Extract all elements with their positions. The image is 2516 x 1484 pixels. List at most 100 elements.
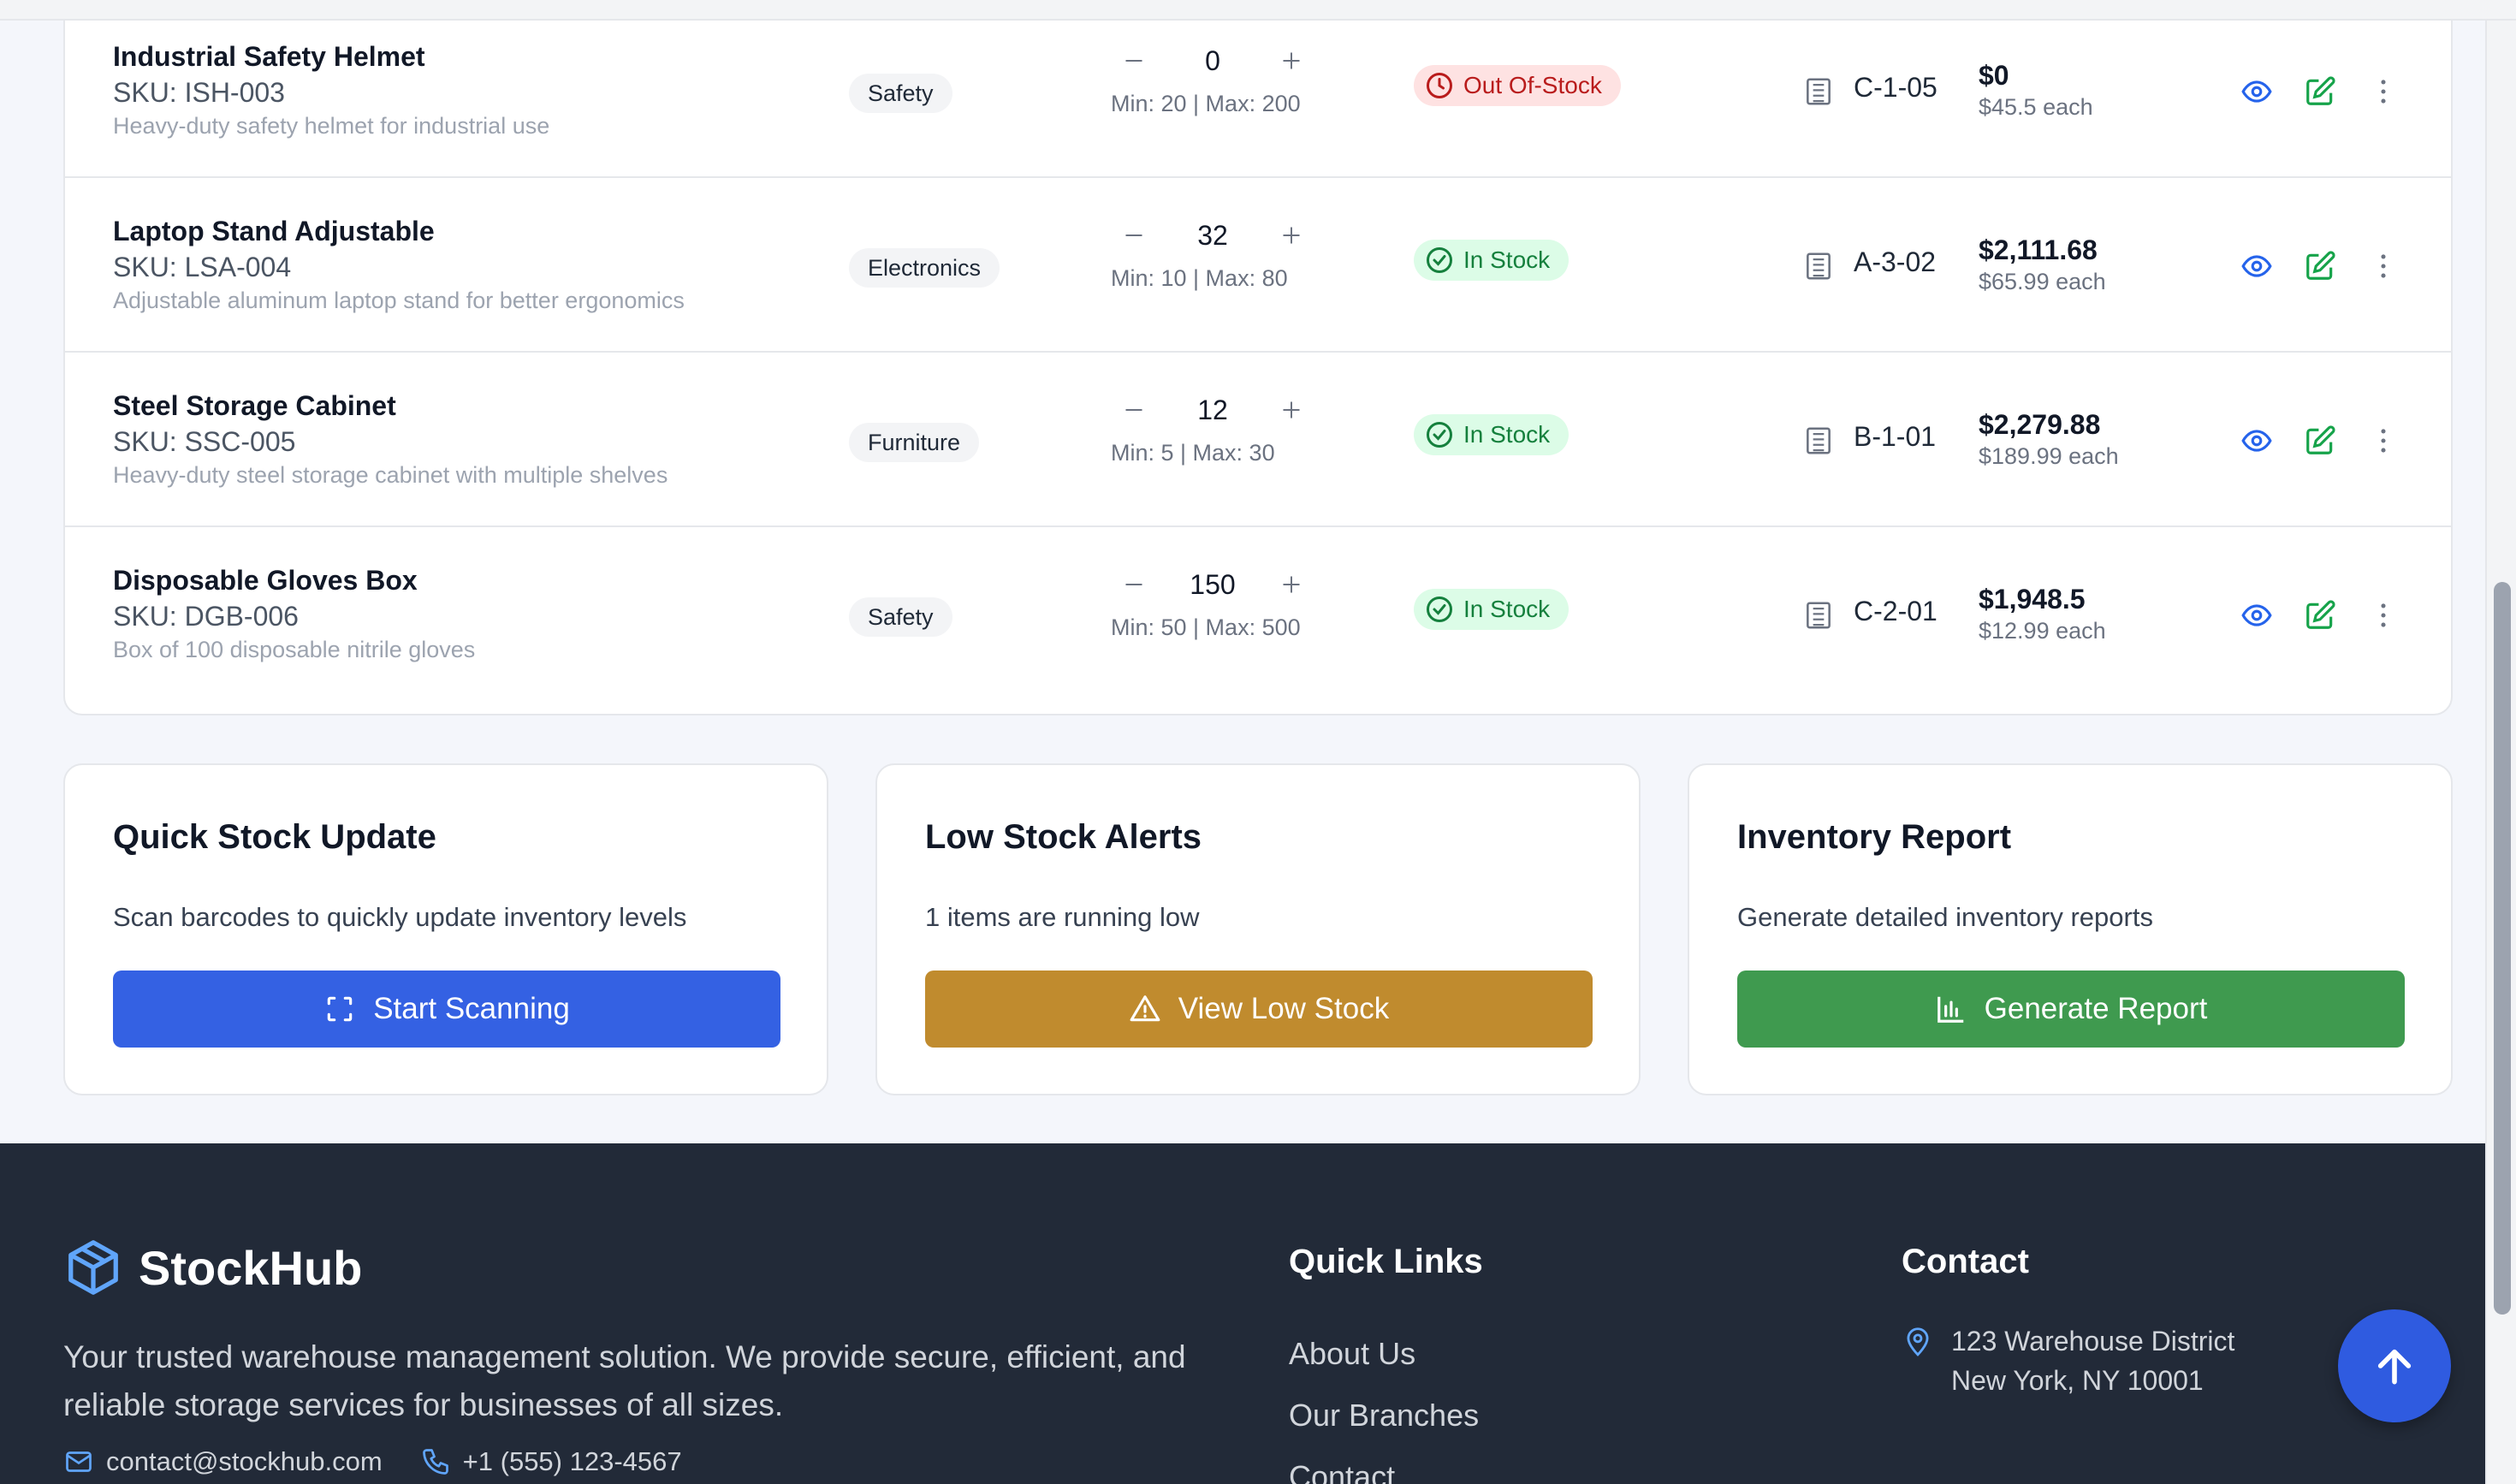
- status-badge: Out Of-Stock: [1414, 65, 1621, 106]
- inventory-table: Industrial Safety Helmet SKU: ISH-003 He…: [63, 0, 2453, 715]
- package-icon: [68, 1240, 118, 1295]
- brand-name: StockHub: [139, 1240, 363, 1295]
- card-text: Generate detailed inventory reports: [1737, 902, 2153, 932]
- scrollbar-thumb[interactable]: [2494, 582, 2511, 1315]
- building-icon: [1807, 602, 1831, 629]
- product-cell: Industrial Safety Helmet SKU: ISH-003 He…: [113, 39, 549, 140]
- edit-icon[interactable]: [2302, 74, 2338, 110]
- row-actions: [2239, 248, 2401, 284]
- more-vertical-icon[interactable]: [2365, 597, 2401, 633]
- minus-icon[interactable]: [1111, 212, 1157, 258]
- quantity-value: 32: [1197, 219, 1228, 251]
- price-each: $45.5 each: [1979, 94, 2093, 120]
- start-scanning-button[interactable]: Start Scanning: [113, 971, 780, 1048]
- minus-icon[interactable]: [1111, 387, 1157, 433]
- quantity-range: Min: 20 | Max: 200: [1111, 91, 1301, 116]
- plus-icon[interactable]: [1268, 38, 1314, 84]
- check-circle-icon: [1427, 422, 1452, 448]
- category-badge: Furniture: [849, 423, 980, 462]
- plus-icon[interactable]: [1268, 212, 1314, 258]
- price-cell: $1,948.5 $12.99 each: [1979, 582, 2106, 645]
- price-each: $12.99 each: [1979, 618, 2106, 644]
- product-sku: SKU: LSA-004: [113, 252, 292, 282]
- price-each: $65.99 each: [1979, 269, 2106, 294]
- product-name: Laptop Stand Adjustable: [113, 216, 435, 246]
- email-text: contact@stockhub.com: [106, 1446, 383, 1476]
- product-name: Industrial Safety Helmet: [113, 41, 425, 72]
- category-badge: Electronics: [849, 248, 1000, 288]
- location-cell: C-1-05: [1802, 72, 1937, 108]
- footer-brand[interactable]: StockHub: [63, 1238, 362, 1297]
- price-cell: $2,111.68 $65.99 each: [1979, 233, 2106, 296]
- location-code: C-1-05: [1854, 72, 1937, 103]
- minus-icon[interactable]: [1111, 561, 1157, 608]
- eye-icon[interactable]: [2239, 74, 2275, 110]
- inventory-page: Industrial Safety Helmet SKU: ISH-003 He…: [0, 0, 2516, 1484]
- status-badge: In Stock: [1414, 240, 1570, 281]
- price-cell: $2,279.88 $189.99 each: [1979, 407, 2119, 471]
- page-scrollbar[interactable]: [2485, 0, 2516, 1484]
- mail-icon: [66, 1451, 92, 1472]
- location-code: B-1-01: [1854, 421, 1937, 452]
- address-line-2: New York, NY 10001: [1951, 1365, 2204, 1396]
- price-total: $2,279.88: [1979, 409, 2101, 440]
- edit-icon[interactable]: [2302, 423, 2338, 459]
- eye-icon[interactable]: [2239, 597, 2275, 633]
- eye-icon[interactable]: [2239, 423, 2275, 459]
- quantity-range: Min: 5 | Max: 30: [1111, 440, 1275, 466]
- link-our-branches[interactable]: Our Branches: [1289, 1385, 1479, 1446]
- status-badge: In Stock: [1414, 414, 1570, 455]
- table-row: Steel Storage Cabinet SKU: SSC-005 Heavy…: [65, 353, 2451, 527]
- product-description: Heavy-duty safety helmet for industrial …: [113, 113, 550, 139]
- building-icon: [1807, 78, 1831, 105]
- phone-link[interactable]: +1 (555) 123-4567: [420, 1446, 682, 1477]
- quantity-stepper: 32 Min: 10 | Max: 80: [1111, 212, 1316, 292]
- product-description: Adjustable aluminum laptop stand for bet…: [113, 288, 685, 313]
- price-cell: $0 $45.5 each: [1979, 58, 2093, 122]
- product-cell: Disposable Gloves Box SKU: DGB-006 Box o…: [113, 563, 475, 664]
- table-row: Laptop Stand Adjustable SKU: LSA-004 Adj…: [65, 178, 2451, 353]
- minus-icon[interactable]: [1111, 38, 1157, 84]
- price-each: $189.99 each: [1979, 443, 2119, 469]
- row-actions: [2239, 74, 2401, 110]
- quick-links-title: Quick Links: [1289, 1243, 1483, 1280]
- footer-contact-row: contact@stockhub.com +1 (555) 123-4567: [63, 1446, 682, 1477]
- building-icon: [1807, 252, 1831, 280]
- plus-icon[interactable]: [1268, 561, 1314, 608]
- location-cell: A-3-02: [1802, 246, 1936, 282]
- card-text: Scan barcodes to quickly update inventor…: [113, 902, 687, 932]
- phone-icon: [422, 1449, 448, 1475]
- eye-icon[interactable]: [2239, 248, 2275, 284]
- quantity-range: Min: 10 | Max: 80: [1111, 265, 1288, 291]
- status-text: In Stock: [1463, 421, 1551, 448]
- status-text: Out Of-Stock: [1463, 72, 1602, 98]
- table-row: Industrial Safety Helmet SKU: ISH-003 He…: [65, 3, 2451, 178]
- product-name: Disposable Gloves Box: [113, 565, 418, 596]
- edit-icon[interactable]: [2302, 597, 2338, 633]
- more-vertical-icon[interactable]: [2365, 74, 2401, 110]
- site-footer: StockHub Your trusted warehouse manageme…: [0, 1143, 2516, 1484]
- quick-links-list: About Us Our Branches Contact: [1289, 1323, 1479, 1484]
- contact-title: Contact: [1902, 1243, 2029, 1280]
- edit-icon[interactable]: [2302, 248, 2338, 284]
- more-vertical-icon[interactable]: [2365, 248, 2401, 284]
- email-link[interactable]: contact@stockhub.com: [63, 1446, 383, 1477]
- product-sku: SKU: SSC-005: [113, 426, 296, 457]
- plus-icon[interactable]: [1268, 387, 1314, 433]
- card-title: Quick Stock Update: [113, 818, 436, 856]
- generate-report-button[interactable]: Generate Report: [1737, 971, 2405, 1048]
- view-low-stock-button[interactable]: View Low Stock: [925, 971, 1593, 1048]
- product-description: Box of 100 disposable nitrile gloves: [113, 637, 476, 662]
- product-description: Heavy-duty steel storage cabinet with mu…: [113, 462, 668, 488]
- quantity-range: Min: 50 | Max: 500: [1111, 614, 1301, 640]
- more-vertical-icon[interactable]: [2365, 423, 2401, 459]
- link-about-us[interactable]: About Us: [1289, 1323, 1479, 1385]
- category-badge: Safety: [849, 597, 952, 637]
- scroll-to-top-button[interactable]: [2338, 1309, 2451, 1422]
- address-block: 123 Warehouse District New York, NY 1000…: [1902, 1321, 2234, 1400]
- product-sku: SKU: ISH-003: [113, 77, 285, 108]
- quantity-stepper: 0 Min: 20 | Max: 200: [1111, 38, 1316, 117]
- quantity-stepper: 12 Min: 5 | Max: 30: [1111, 387, 1316, 466]
- link-contact[interactable]: Contact: [1289, 1446, 1479, 1484]
- address-line-1: 123 Warehouse District: [1951, 1326, 2235, 1356]
